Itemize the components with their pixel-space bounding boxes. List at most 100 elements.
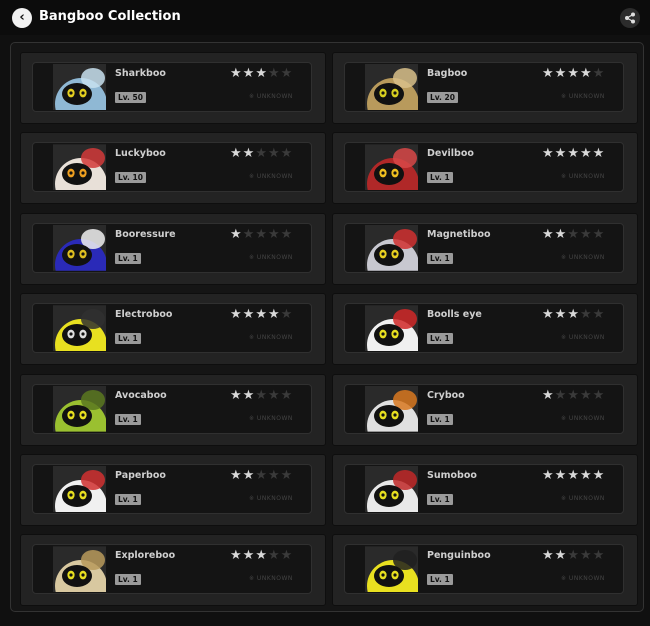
page-title: Bangboo Collection bbox=[39, 9, 181, 24]
bangboo-card-inner: Sumoboo Lv. 1 ★ ★ ★ ★ ★ ※ UNKNOWN bbox=[344, 464, 624, 514]
star-icon: ★ bbox=[255, 307, 267, 323]
star-rating: ★ ★ ★ ★ ★ bbox=[230, 308, 292, 322]
bangboo-portrait bbox=[53, 546, 106, 593]
star-icon: ★ bbox=[542, 307, 554, 323]
star-icon: ★ bbox=[255, 66, 267, 81]
bangboo-portrait bbox=[53, 144, 106, 191]
bangboo-card[interactable]: Penguinboo Lv. 1 ★ ★ ★ ★ ★ ※ UNKNOWN bbox=[332, 534, 638, 607]
level-badge: Lv. 1 bbox=[427, 252, 453, 264]
bangboo-portrait bbox=[365, 385, 418, 432]
star-icon: ★ bbox=[255, 468, 267, 483]
bangboo-name: Booressure bbox=[115, 228, 176, 240]
bangboo-portrait bbox=[53, 385, 106, 432]
star-icon: ★ bbox=[554, 66, 567, 81]
star-icon: ★ bbox=[280, 548, 293, 564]
bangboo-name: Sumoboo bbox=[427, 470, 477, 481]
star-icon: ★ bbox=[567, 387, 579, 403]
star-icon: ★ bbox=[242, 307, 255, 323]
level-badge: Lv. 10 bbox=[115, 172, 146, 184]
bangboo-portrait bbox=[365, 224, 418, 271]
share-button[interactable] bbox=[620, 8, 640, 28]
bangboo-name: Magnetiboo bbox=[427, 228, 491, 240]
bangboo-card-inner: Exploreboo Lv. 1 ★ ★ ★ ★ ★ ※ UNKNOWN bbox=[32, 544, 312, 595]
unknown-tag: ※ UNKNOWN bbox=[561, 414, 605, 422]
bangboo-grid: Sharkboo Lv. 50 ★ ★ ★ ★ ★ ※ UNKNOWN Bagboo Lv. 20… bbox=[10, 42, 644, 612]
star-icon: ★ bbox=[567, 548, 579, 564]
bangboo-name: Electroboo bbox=[115, 309, 173, 321]
star-rating: ★ ★ ★ ★ ★ bbox=[542, 549, 604, 563]
star-rating: ★ ★ ★ ★ ★ bbox=[230, 67, 292, 81]
bangboo-card[interactable]: Boolls eye Lv. 1 ★ ★ ★ ★ ★ ※ UNKNOWN bbox=[332, 293, 638, 366]
bangboo-portrait bbox=[365, 64, 418, 110]
unknown-tag: ※ UNKNOWN bbox=[249, 495, 293, 502]
unknown-tag: ※ UNKNOWN bbox=[561, 495, 605, 502]
bangboo-name: Paperboo bbox=[115, 470, 166, 481]
bangboo-name: Sharkboo bbox=[115, 68, 166, 79]
star-icon: ★ bbox=[567, 226, 579, 242]
bangboo-card-inner: Sharkboo Lv. 50 ★ ★ ★ ★ ★ ※ UNKNOWN bbox=[32, 62, 312, 112]
star-icon: ★ bbox=[267, 307, 280, 323]
bangboo-portrait bbox=[53, 224, 106, 271]
star-icon: ★ bbox=[592, 66, 605, 81]
star-icon: ★ bbox=[554, 548, 567, 564]
bangboo-card-inner: Avocaboo Lv. 1 ★ ★ ★ ★ ★ ※ UNKNOWN bbox=[32, 383, 312, 434]
unknown-tag: ※ UNKNOWN bbox=[249, 414, 293, 422]
bangboo-name: Devilboo bbox=[427, 148, 474, 160]
level-badge: Lv. 1 bbox=[115, 333, 141, 345]
star-icon: ★ bbox=[242, 548, 255, 564]
star-icon: ★ bbox=[280, 468, 293, 483]
unknown-tag: ※ UNKNOWN bbox=[561, 93, 605, 100]
star-rating: ★ ★ ★ ★ ★ bbox=[542, 387, 604, 403]
bangboo-card[interactable]: Electroboo Lv. 1 ★ ★ ★ ★ ★ ※ UNKNOWN bbox=[20, 293, 326, 366]
bangboo-card[interactable]: Luckyboo Lv. 10 ★ ★ ★ ★ ★ ※ UNKNOWN bbox=[20, 132, 326, 205]
bangboo-card-inner: Booressure Lv. 1 ★ ★ ★ ★ ★ ※ UNKNOWN bbox=[32, 222, 312, 273]
level-badge: Lv. 1 bbox=[427, 413, 453, 425]
level-badge: Lv. 1 bbox=[427, 494, 453, 505]
bangboo-card[interactable]: Sumoboo Lv. 1 ★ ★ ★ ★ ★ ※ UNKNOWN bbox=[332, 454, 638, 526]
bangboo-card-inner: Boolls eye Lv. 1 ★ ★ ★ ★ ★ ※ UNKNOWN bbox=[344, 303, 624, 354]
bangboo-card[interactable]: Bagboo Lv. 20 ★ ★ ★ ★ ★ ※ UNKNOWN bbox=[332, 52, 638, 124]
back-button[interactable]: ‹ bbox=[12, 8, 32, 28]
level-badge: Lv. 1 bbox=[427, 333, 453, 345]
star-icon: ★ bbox=[267, 146, 280, 162]
header-bar: ‹ Bangboo Collection bbox=[0, 0, 650, 35]
star-icon: ★ bbox=[230, 66, 242, 81]
star-icon: ★ bbox=[579, 307, 592, 323]
star-icon: ★ bbox=[267, 226, 280, 242]
bangboo-card-inner: Cryboo Lv. 1 ★ ★ ★ ★ ★ ※ UNKNOWN bbox=[344, 383, 624, 434]
level-badge: Lv. 1 bbox=[115, 252, 141, 264]
bangboo-card[interactable]: Sharkboo Lv. 50 ★ ★ ★ ★ ★ ※ UNKNOWN bbox=[20, 52, 326, 124]
bangboo-portrait bbox=[365, 144, 418, 191]
bangboo-card[interactable]: Magnetiboo Lv. 1 ★ ★ ★ ★ ★ ※ UNKNOWN bbox=[332, 212, 638, 285]
level-badge: Lv. 1 bbox=[115, 413, 141, 425]
star-icon: ★ bbox=[554, 307, 567, 323]
bangboo-card[interactable]: Cryboo Lv. 1 ★ ★ ★ ★ ★ ※ UNKNOWN bbox=[332, 373, 638, 446]
star-icon: ★ bbox=[280, 66, 293, 81]
bangboo-name: Cryboo bbox=[427, 389, 465, 401]
star-icon: ★ bbox=[230, 548, 242, 564]
star-icon: ★ bbox=[242, 387, 255, 403]
bangboo-card-inner: Luckyboo Lv. 10 ★ ★ ★ ★ ★ ※ UNKNOWN bbox=[32, 142, 312, 193]
unknown-tag: ※ UNKNOWN bbox=[561, 575, 605, 583]
level-badge: Lv. 1 bbox=[427, 574, 453, 586]
star-icon: ★ bbox=[267, 66, 280, 81]
star-icon: ★ bbox=[554, 387, 567, 403]
star-icon: ★ bbox=[592, 468, 605, 483]
bangboo-card[interactable]: Paperboo Lv. 1 ★ ★ ★ ★ ★ ※ UNKNOWN bbox=[20, 454, 326, 526]
bangboo-portrait bbox=[365, 305, 418, 352]
bangboo-card[interactable]: Devilboo Lv. 1 ★ ★ ★ ★ ★ ※ UNKNOWN bbox=[332, 132, 638, 205]
star-rating: ★ ★ ★ ★ ★ bbox=[230, 226, 292, 242]
bangboo-card[interactable]: Exploreboo Lv. 1 ★ ★ ★ ★ ★ ※ UNKNOWN bbox=[20, 534, 326, 607]
unknown-tag: ※ UNKNOWN bbox=[561, 173, 605, 181]
bangboo-card[interactable]: Avocaboo Lv. 1 ★ ★ ★ ★ ★ ※ UNKNOWN bbox=[20, 373, 326, 446]
star-icon: ★ bbox=[579, 146, 592, 162]
star-icon: ★ bbox=[579, 226, 592, 242]
star-icon: ★ bbox=[255, 226, 267, 242]
bangboo-card[interactable]: Booressure Lv. 1 ★ ★ ★ ★ ★ ※ UNKNOWN bbox=[20, 212, 326, 285]
unknown-tag: ※ UNKNOWN bbox=[249, 173, 293, 181]
star-icon: ★ bbox=[242, 66, 255, 81]
star-icon: ★ bbox=[542, 387, 554, 403]
star-rating: ★ ★ ★ ★ ★ bbox=[230, 387, 292, 403]
star-icon: ★ bbox=[230, 387, 242, 403]
bangboo-card-inner: Electroboo Lv. 1 ★ ★ ★ ★ ★ ※ UNKNOWN bbox=[32, 303, 312, 354]
